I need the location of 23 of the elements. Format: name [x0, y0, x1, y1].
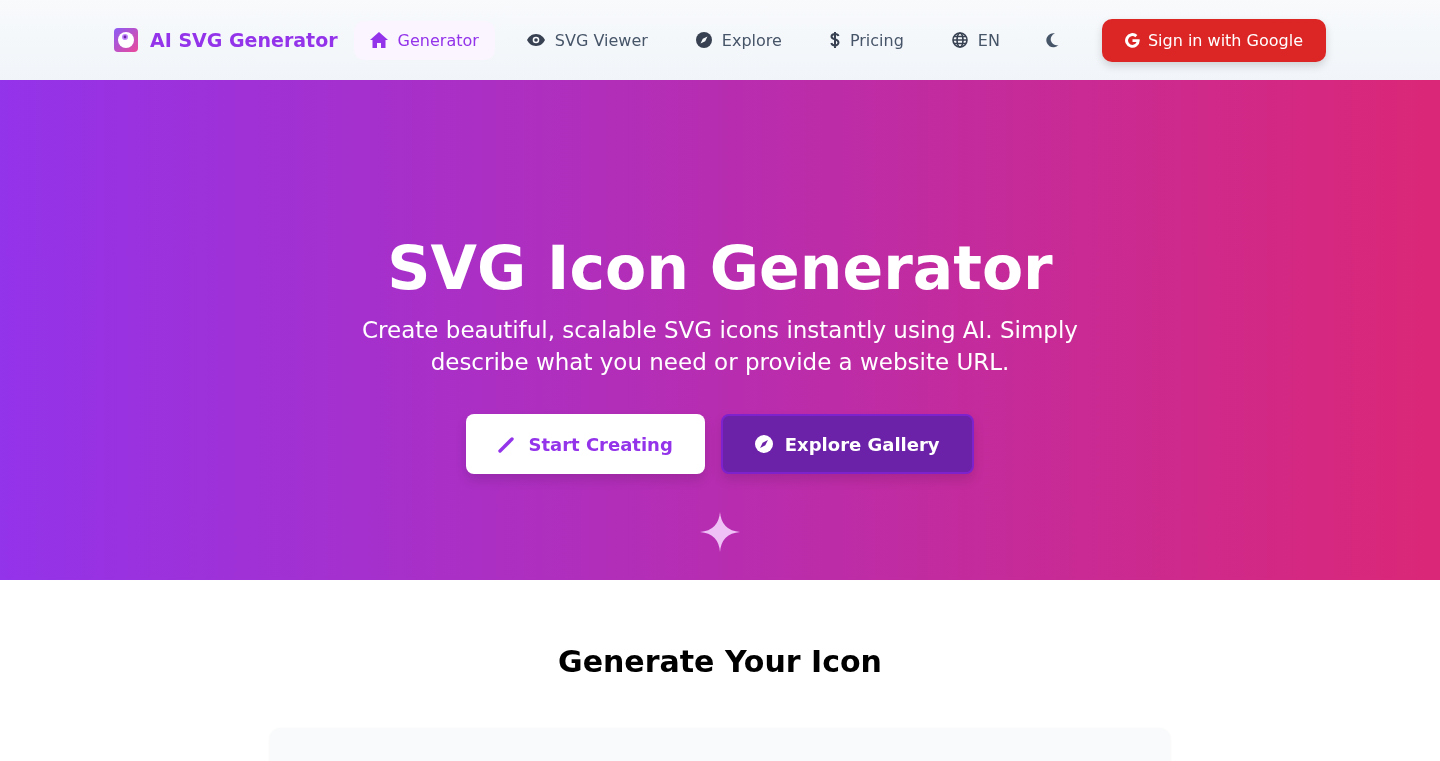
moon-icon: [1045, 32, 1059, 48]
hero-subtitle: Create beautiful, scalable SVG icons instantly using AI. Simply describe what you need or provide a website URL.: [361, 316, 1079, 377]
sparkle-icon: [700, 512, 740, 552]
globe-icon: [951, 32, 968, 48]
dollar-icon: [829, 31, 840, 49]
sign-in-button[interactable]: Sign in with Google: [1101, 18, 1326, 62]
language-selector[interactable]: EN: [935, 20, 1016, 60]
nav-link[interactable]: SVG Viewer: [510, 20, 664, 60]
brand-logo-link[interactable]: AI SVG Generator: [114, 28, 338, 52]
nav-link[interactable]: Explore: [679, 20, 798, 60]
pencil-icon: [498, 435, 517, 453]
compass-icon: [695, 32, 712, 48]
section-heading: Generate Your Icon: [558, 643, 882, 681]
nav-link[interactable]: Generator: [353, 20, 495, 60]
eye-icon: [526, 34, 545, 46]
hero-title: SVG Icon Generator: [387, 232, 1053, 305]
explore-gallery-button[interactable]: Explore Gallery: [720, 414, 974, 474]
compass-icon: [754, 435, 773, 453]
start-creating-button[interactable]: Start Creating: [466, 414, 705, 474]
nav-link[interactable]: Pricing: [813, 20, 920, 60]
app-logo-icon: [114, 28, 138, 52]
google-icon: [1124, 32, 1140, 48]
home-icon: [369, 32, 388, 48]
